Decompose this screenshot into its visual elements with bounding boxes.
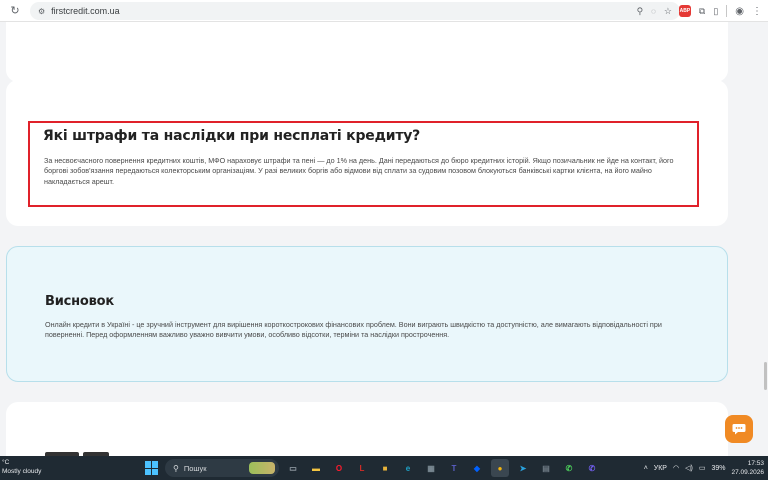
extensions-icon[interactable]: ⧉ — [699, 6, 705, 17]
start-button[interactable] — [145, 461, 159, 475]
toolbar-separator — [726, 5, 728, 17]
taskbar-app-viber-icon[interactable]: ✆ — [583, 459, 601, 477]
url-text[interactable]: firstcredit.com.ua — [51, 6, 120, 16]
language-indicator[interactable]: УКР — [654, 465, 667, 472]
search-highlight-image — [249, 462, 275, 474]
chat-bubble-icon — [732, 424, 746, 435]
system-tray: ˄ УКР ◠ ◁) ▭ 39% 17:53 27.09.2026 — [644, 456, 764, 480]
chat-widget-button[interactable] — [725, 415, 753, 443]
taskbar-app-chrome-icon[interactable]: ● — [491, 459, 509, 477]
windows-logo-icon — [152, 468, 158, 475]
penalties-paragraph: За несвоєчасного повернення кредитних ко… — [44, 156, 674, 186]
conclusion-paragraph: Онлайн кредити в Україні - це зручний ін… — [45, 320, 662, 340]
search-placeholder: Пошук — [183, 463, 207, 473]
taskbar-clock[interactable]: 17:53 27.09.2026 — [731, 459, 764, 477]
adblock-badge-text: ABP — [679, 8, 691, 14]
windows-taskbar: °C Mostly cloudy ⚲ Пошук ▭ ▬ O L ■ e ▦ T ◆ ● ➤ ▤ ✆ ✆ … — [0, 456, 768, 480]
taskbar-app-store-icon[interactable]: ▦ — [422, 459, 440, 477]
windows-logo-icon — [152, 461, 158, 468]
taskbar-app-edge-icon[interactable]: e — [399, 459, 417, 477]
taskbar-app-whatsapp-icon[interactable]: ✆ — [560, 459, 578, 477]
weather-temperature: °C — [2, 459, 10, 466]
page-scrollbar[interactable] — [764, 362, 767, 390]
profile-icon[interactable]: ◉ — [735, 6, 744, 17]
browser-toolbar: ↻ ⚙ firstcredit.com.ua ⚲ ◌ ☆ ABP ⧉ ▯ ◉ ⋮ — [0, 0, 768, 22]
taskbar-app-files-icon[interactable]: ▤ — [537, 459, 555, 477]
taskbar-app-file-explorer-icon[interactable]: ▬ — [307, 459, 325, 477]
taskbar-app-teams-icon[interactable]: T — [445, 459, 463, 477]
menu-icon[interactable]: ⋮ — [752, 6, 762, 17]
search-icon: ⚲ — [173, 463, 179, 473]
content-card-conclusion — [6, 246, 728, 382]
adblock-extension-icon[interactable]: ABP — [678, 5, 691, 17]
battery-percent: 39% — [711, 464, 726, 472]
address-bar[interactable]: ⚙ firstcredit.com.ua ⚲ ◌ ☆ — [30, 2, 680, 20]
windows-logo-icon — [145, 461, 151, 468]
taskbar-app-telegram-icon[interactable]: ➤ — [514, 459, 532, 477]
conclusion-heading: Висновок — [45, 294, 115, 309]
taskbar-app-dropbox-icon[interactable]: ◆ — [468, 459, 486, 477]
web-page: Які штрафи та наслідки при несплаті кред… — [0, 22, 768, 456]
taskbar-app-sticky-icon[interactable]: ■ — [376, 459, 394, 477]
tray-overflow-chevron-icon[interactable]: ˄ — [644, 465, 648, 472]
taskbar-app-lastpass-icon[interactable]: L — [353, 459, 371, 477]
clock-date: 27.09.2026 — [731, 469, 764, 476]
windows-logo-icon — [145, 468, 151, 475]
zoom-icon[interactable]: ⚲ — [637, 6, 644, 17]
volume-icon[interactable]: ◁) — [685, 464, 693, 472]
site-info-icon[interactable]: ⚙ — [38, 7, 45, 16]
penalties-heading: Які штрафи та наслідки при несплаті кред… — [43, 128, 421, 144]
taskbar-search[interactable]: ⚲ Пошук — [165, 459, 279, 477]
reload-icon[interactable]: ↻ — [6, 2, 24, 20]
eye-off-icon[interactable]: ◌ — [651, 7, 656, 16]
weather-widget[interactable]: °C Mostly cloudy — [2, 458, 41, 476]
bookmark-star-icon[interactable]: ☆ — [664, 6, 672, 17]
battery-icon[interactable]: ▭ — [699, 464, 706, 472]
taskbar-app-opera-icon[interactable]: O — [330, 459, 348, 477]
weather-description: Mostly cloudy — [2, 468, 42, 475]
pinned-apps: ▭ ▬ O L ■ e ▦ T ◆ ● ➤ ▤ ✆ ✆ — [284, 459, 601, 477]
taskbar-app-task-view-icon[interactable]: ▭ — [284, 459, 302, 477]
sidepanel-icon[interactable]: ▯ — [713, 6, 718, 17]
content-card-previous — [6, 22, 728, 82]
clock-time: 17:53 — [747, 460, 764, 467]
wifi-icon[interactable]: ◠ — [673, 464, 679, 472]
next-heading-partial — [45, 447, 125, 456]
